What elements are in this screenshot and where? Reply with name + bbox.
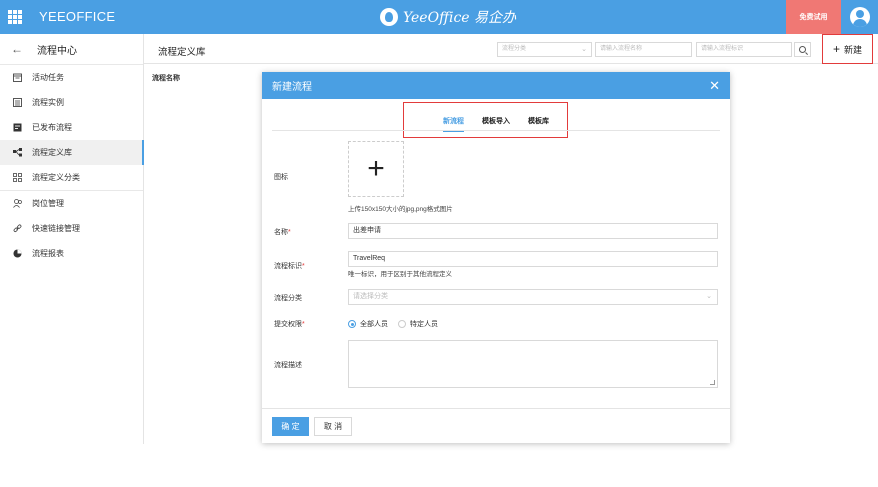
radio-checked-icon — [348, 320, 356, 328]
name-input[interactable]: 出差申请 — [348, 223, 718, 239]
search-button[interactable] — [794, 42, 811, 57]
sidebar-item-process-categories[interactable]: 流程定义分类 — [0, 165, 143, 190]
sidebar-header: ← 流程中心 — [0, 34, 143, 64]
close-icon[interactable]: ✕ — [709, 78, 720, 94]
icon-label: 图标 — [274, 174, 288, 181]
plus-icon: + — [367, 152, 385, 185]
search-icon — [799, 46, 806, 53]
sidebar-item-label: 活动任务 — [32, 73, 64, 82]
grid-icon — [12, 172, 23, 183]
flow-icon — [12, 147, 23, 158]
chevron-down-icon: ⌄ — [706, 293, 712, 300]
category-filter-placeholder: 流程分类 — [502, 46, 527, 52]
sidebar-item-label: 岗位管理 — [32, 199, 64, 208]
dialog-title: 新建流程 — [272, 82, 312, 93]
sidebar: ← 流程中心 活动任务 流程实例 已发布流程 流程定义库 流程定义分类 岗位管理… — [0, 34, 144, 444]
process-key-label: 流程标识* — [274, 263, 305, 270]
process-name-search-input[interactable]: 请输入流程名称 — [595, 42, 692, 57]
sidebar-item-label: 流程报表 — [32, 249, 64, 258]
process-key-input[interactable]: TravelReq — [348, 251, 718, 267]
brand-name: YEEOFFICE — [39, 9, 116, 24]
sidebar-item-label: 已发布流程 — [32, 123, 72, 132]
category-select[interactable]: 请选择分类 ⌄ — [348, 289, 718, 305]
publish-icon — [12, 122, 23, 133]
sidebar-item-position-management[interactable]: 岗位管理 — [0, 191, 143, 216]
calendar-icon — [12, 72, 23, 83]
center-logo: YeeOffice 易企办 — [380, 7, 516, 27]
plus-icon: + — [832, 42, 840, 56]
back-arrow-icon[interactable]: ← — [11, 42, 23, 56]
page-title: 流程定义库 — [158, 47, 206, 58]
column-header-name: 流程名称 — [152, 75, 180, 82]
permission-label: 提交权限* — [274, 321, 305, 328]
process-key-search-input[interactable]: 请输入流程标识 — [696, 42, 792, 57]
new-button[interactable]: + 新建 — [822, 34, 873, 64]
category-label: 流程分类 — [274, 295, 302, 302]
category-filter-select[interactable]: 流程分类 ⌄ — [497, 42, 592, 57]
permission-radio-group: 全部人员 特定人员 — [348, 319, 448, 329]
sidebar-item-quick-links[interactable]: 快速链接管理 — [0, 216, 143, 241]
new-button-label: 新建 — [844, 44, 863, 55]
main-header: 流程定义库 流程分类 ⌄ 请输入流程名称 请输入流程标识 + 新建 — [144, 34, 878, 64]
upload-hint: 上传150x150大小的jpg,png格式图片 — [348, 206, 453, 213]
sidebar-item-label: 流程定义分类 — [32, 173, 80, 182]
radio-all-users[interactable]: 全部人员 — [348, 319, 388, 329]
sidebar-item-process-instances[interactable]: 流程实例 — [0, 90, 143, 115]
sidebar-item-label: 流程定义库 — [32, 148, 72, 157]
description-textarea[interactable] — [348, 340, 718, 388]
category-placeholder: 请选择分类 — [353, 293, 388, 300]
users-icon — [12, 198, 23, 209]
sidebar-item-published-processes[interactable]: 已发布流程 — [0, 115, 143, 140]
logo-icon — [380, 8, 398, 26]
sidebar-item-process-reports[interactable]: 流程报表 — [0, 241, 143, 266]
top-bar: YEEOFFICE YeeOffice 易企办 免费试用 — [0, 0, 878, 34]
sidebar-item-label: 快速链接管理 — [32, 224, 80, 233]
new-process-dialog: 新建流程 ✕ 新流程 模板导入 模板库 图标 + 上传150x150大小的jpg… — [262, 72, 730, 443]
list-icon — [12, 97, 23, 108]
process-key-hint: 唯一标识，用于区别于其他流程定义 — [348, 271, 452, 278]
chevron-down-icon: ⌄ — [581, 46, 587, 53]
name-label: 名称* — [274, 229, 291, 236]
icon-upload-box[interactable]: + — [348, 141, 404, 197]
link-icon — [12, 223, 23, 234]
radio-label: 特定人员 — [410, 321, 438, 328]
cancel-button[interactable]: 取 消 — [314, 417, 352, 436]
radio-unchecked-icon — [398, 320, 406, 328]
dialog-header: 新建流程 ✕ — [262, 72, 730, 99]
confirm-button[interactable]: 确 定 — [272, 417, 309, 436]
free-trial-button[interactable]: 免费试用 — [786, 0, 841, 34]
sidebar-item-label: 流程实例 — [32, 98, 64, 107]
pie-chart-icon — [12, 248, 23, 259]
center-logo-text: YeeOffice 易企办 — [403, 10, 517, 26]
radio-specific-users[interactable]: 特定人员 — [398, 319, 438, 329]
app-grid-icon[interactable] — [8, 10, 22, 24]
sidebar-item-process-definitions[interactable]: 流程定义库 — [0, 140, 144, 165]
sidebar-title: 流程中心 — [37, 45, 77, 57]
user-avatar-icon[interactable] — [850, 7, 870, 27]
sidebar-item-activity-tasks[interactable]: 活动任务 — [0, 65, 143, 90]
radio-label: 全部人员 — [360, 321, 388, 328]
description-label: 流程描述 — [274, 362, 302, 369]
